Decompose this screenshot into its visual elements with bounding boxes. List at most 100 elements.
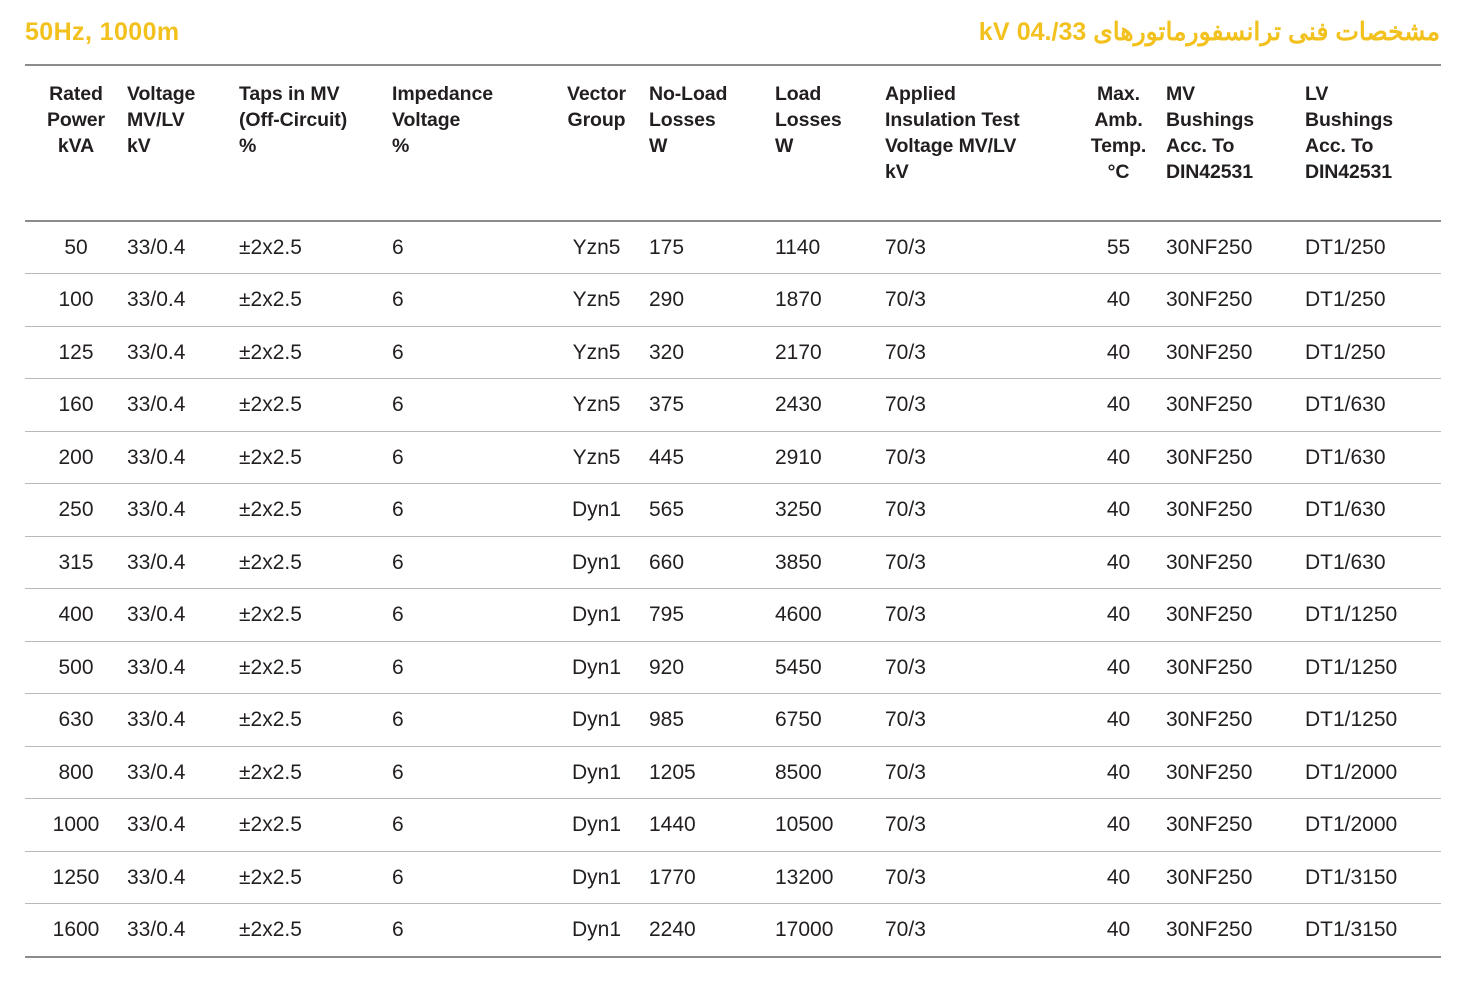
cell-impedance: 6 xyxy=(392,851,544,905)
cell-vector-group: Dyn1 xyxy=(544,588,649,642)
cell-voltage: 33/0.4 xyxy=(127,220,239,275)
cell-no-load: 1205 xyxy=(649,746,775,800)
cell-impedance: 6 xyxy=(392,746,544,800)
cell-no-load: 985 xyxy=(649,693,775,747)
cell-taps-mv: ±2x2.5 xyxy=(239,431,392,485)
cell-voltage: 33/0.4 xyxy=(127,851,239,905)
table-header: Rated Power kVA Voltage MV/LV kV Taps in MV (Of… xyxy=(25,64,1441,222)
cell-impedance: 6 xyxy=(392,378,544,432)
cell-impedance: 6 xyxy=(392,326,544,380)
frequency-altitude-label: 50Hz, 1000m xyxy=(25,17,180,46)
table-row: 315 33/0.4 ±2x2.5 6 Dyn1 660 3850 70/3 40 30NF250… xyxy=(25,536,1441,590)
cell-max-temp: 40 xyxy=(1071,798,1166,852)
cell-voltage: 33/0.4 xyxy=(127,903,239,958)
cell-mv-bushings: 30NF250 xyxy=(1166,588,1305,642)
cell-impedance: 6 xyxy=(392,273,544,327)
table-row: 630 33/0.4 ±2x2.5 6 Dyn1 985 6750 70/3 40 30NF250… xyxy=(25,693,1441,747)
cell-rated-power: 1600 xyxy=(25,903,127,958)
table-row: 200 33/0.4 ±2x2.5 6 Yzn5 445 2910 70/3 40 30NF250… xyxy=(25,431,1441,485)
cell-max-temp: 40 xyxy=(1071,378,1166,432)
cell-applied-test: 70/3 xyxy=(885,903,1071,958)
cell-mv-bushings: 30NF250 xyxy=(1166,693,1305,747)
cell-voltage: 33/0.4 xyxy=(127,483,239,537)
table-row: 1250 33/0.4 ±2x2.5 6 Dyn1 1770 13200 70/3 40 30NF… xyxy=(25,851,1441,905)
cell-taps-mv: ±2x2.5 xyxy=(239,220,392,275)
cell-mv-bushings: 30NF250 xyxy=(1166,903,1305,958)
cell-vector-group: Dyn1 xyxy=(544,483,649,537)
cell-no-load: 1770 xyxy=(649,851,775,905)
cell-lv-bushings: DT1/630 xyxy=(1305,536,1441,590)
cell-mv-bushings: 30NF250 xyxy=(1166,641,1305,695)
cell-voltage: 33/0.4 xyxy=(127,693,239,747)
cell-lv-bushings: DT1/630 xyxy=(1305,378,1441,432)
cell-vector-group: Dyn1 xyxy=(544,693,649,747)
cell-vector-group: Dyn1 xyxy=(544,536,649,590)
cell-vector-group: Dyn1 xyxy=(544,798,649,852)
column-header-rated-power: Rated Power kVA xyxy=(25,64,127,222)
column-header-max-temp: Max. Amb. Temp. °C xyxy=(1071,64,1166,222)
cell-voltage: 33/0.4 xyxy=(127,326,239,380)
cell-max-temp: 40 xyxy=(1071,903,1166,958)
table-row: 125 33/0.4 ±2x2.5 6 Yzn5 320 2170 70/3 40 30NF250… xyxy=(25,326,1441,380)
cell-no-load: 175 xyxy=(649,220,775,275)
cell-vector-group: Yzn5 xyxy=(544,273,649,327)
cell-mv-bushings: 30NF250 xyxy=(1166,483,1305,537)
cell-rated-power: 100 xyxy=(25,273,127,327)
cell-applied-test: 70/3 xyxy=(885,536,1071,590)
cell-vector-group: Dyn1 xyxy=(544,851,649,905)
cell-taps-mv: ±2x2.5 xyxy=(239,746,392,800)
cell-no-load: 290 xyxy=(649,273,775,327)
cell-vector-group: Dyn1 xyxy=(544,641,649,695)
cell-max-temp: 40 xyxy=(1071,588,1166,642)
cell-mv-bushings: 30NF250 xyxy=(1166,326,1305,380)
cell-mv-bushings: 30NF250 xyxy=(1166,220,1305,275)
cell-voltage: 33/0.4 xyxy=(127,378,239,432)
cell-no-load: 795 xyxy=(649,588,775,642)
cell-no-load: 660 xyxy=(649,536,775,590)
cell-max-temp: 40 xyxy=(1071,483,1166,537)
column-header-vector-group: Vector Group xyxy=(544,64,649,222)
cell-applied-test: 70/3 xyxy=(885,220,1071,275)
cell-lv-bushings: DT1/630 xyxy=(1305,483,1441,537)
cell-taps-mv: ±2x2.5 xyxy=(239,273,392,327)
column-header-lv-bushings: LV Bushings Acc. To DIN42531 xyxy=(1305,64,1441,222)
cell-no-load: 375 xyxy=(649,378,775,432)
cell-vector-group: Dyn1 xyxy=(544,903,649,958)
cell-rated-power: 1000 xyxy=(25,798,127,852)
cell-max-temp: 40 xyxy=(1071,431,1166,485)
cell-load-losses: 2430 xyxy=(775,378,885,432)
cell-taps-mv: ±2x2.5 xyxy=(239,798,392,852)
cell-mv-bushings: 30NF250 xyxy=(1166,431,1305,485)
table-row: 500 33/0.4 ±2x2.5 6 Dyn1 920 5450 70/3 40 30NF250… xyxy=(25,641,1441,695)
cell-voltage: 33/0.4 xyxy=(127,641,239,695)
cell-max-temp: 55 xyxy=(1071,220,1166,275)
cell-impedance: 6 xyxy=(392,483,544,537)
cell-taps-mv: ±2x2.5 xyxy=(239,588,392,642)
cell-taps-mv: ±2x2.5 xyxy=(239,483,392,537)
cell-lv-bushings: DT1/1250 xyxy=(1305,693,1441,747)
cell-load-losses: 2910 xyxy=(775,431,885,485)
cell-taps-mv: ±2x2.5 xyxy=(239,851,392,905)
cell-taps-mv: ±2x2.5 xyxy=(239,536,392,590)
cell-lv-bushings: DT1/1250 xyxy=(1305,641,1441,695)
column-header-no-load: No-Load Losses W xyxy=(649,64,775,222)
cell-vector-group: Yzn5 xyxy=(544,220,649,275)
column-header-voltage: Voltage MV/LV kV xyxy=(127,64,239,222)
cell-no-load: 445 xyxy=(649,431,775,485)
cell-load-losses: 17000 xyxy=(775,903,885,958)
cell-rated-power: 630 xyxy=(25,693,127,747)
cell-impedance: 6 xyxy=(392,588,544,642)
cell-impedance: 6 xyxy=(392,536,544,590)
spec-sheet: 50Hz, 1000m مشخصات فنی ترانسفورماتورهای … xyxy=(0,0,1459,1002)
transformer-spec-table: Rated Power kVA Voltage MV/LV kV Taps in MV (Of… xyxy=(25,64,1441,958)
cell-voltage: 33/0.4 xyxy=(127,798,239,852)
cell-voltage: 33/0.4 xyxy=(127,588,239,642)
cell-applied-test: 70/3 xyxy=(885,851,1071,905)
cell-no-load: 920 xyxy=(649,641,775,695)
cell-rated-power: 160 xyxy=(25,378,127,432)
column-header-impedance: Impedance Voltage% xyxy=(392,64,544,222)
cell-max-temp: 40 xyxy=(1071,851,1166,905)
cell-load-losses: 1140 xyxy=(775,220,885,275)
cell-voltage: 33/0.4 xyxy=(127,746,239,800)
cell-no-load: 320 xyxy=(649,326,775,380)
